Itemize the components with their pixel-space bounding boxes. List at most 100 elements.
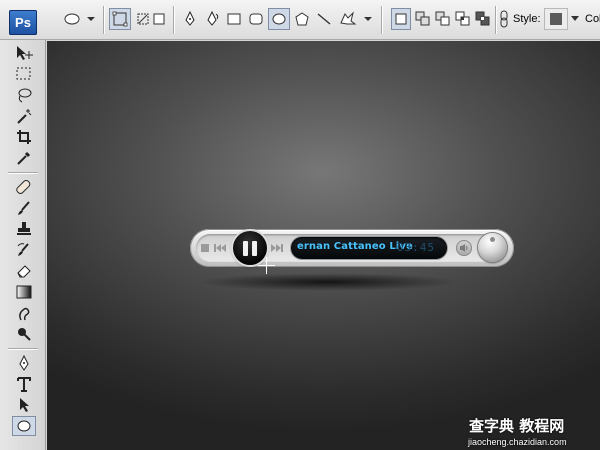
volume-knob[interactable] bbox=[478, 233, 507, 262]
line-icon bbox=[317, 13, 331, 25]
color-label: Col bbox=[585, 13, 600, 25]
healing-brush-tool[interactable] bbox=[12, 177, 36, 197]
stamp-icon bbox=[17, 222, 31, 235]
track-time: 03:45 bbox=[396, 241, 435, 254]
arrow-selection-icon bbox=[20, 398, 29, 412]
clone-stamp-tool[interactable] bbox=[12, 219, 36, 239]
subtract-from-shape-area-button[interactable] bbox=[433, 8, 453, 30]
paths-icon bbox=[137, 13, 149, 25]
separator bbox=[103, 6, 104, 34]
fill-pixels-icon bbox=[153, 13, 165, 25]
exclude-overlapping-shape-areas-button[interactable] bbox=[473, 8, 493, 30]
track-title: ernan Cattaneo Live bbox=[297, 241, 413, 252]
ellipse-tool[interactable] bbox=[12, 416, 36, 436]
separator bbox=[495, 6, 496, 34]
separator bbox=[381, 6, 382, 34]
pen-icon bbox=[185, 11, 195, 26]
style-label: Style: bbox=[513, 13, 541, 25]
previous-icon bbox=[214, 244, 226, 252]
eraser-tool[interactable] bbox=[12, 261, 36, 281]
shape-layers-button[interactable] bbox=[109, 8, 131, 30]
ellipse-preset-icon bbox=[64, 13, 95, 25]
dodge-tool[interactable] bbox=[12, 324, 36, 344]
stop-icon bbox=[201, 244, 209, 252]
brush-tool[interactable] bbox=[12, 198, 36, 218]
tool-preset-picker[interactable] bbox=[58, 8, 98, 30]
crop-tool[interactable] bbox=[12, 127, 36, 147]
link-layer-style-button[interactable] bbox=[497, 8, 511, 30]
gradient-tool[interactable] bbox=[12, 282, 36, 302]
move-icon bbox=[17, 46, 33, 60]
magic-wand-tool[interactable] bbox=[12, 106, 36, 126]
lasso-tool[interactable] bbox=[12, 85, 36, 105]
custom-shape-tool-button[interactable] bbox=[336, 8, 374, 30]
type-tool[interactable] bbox=[12, 374, 36, 394]
custom-shape-icon bbox=[340, 11, 372, 25]
style-picker[interactable] bbox=[544, 8, 568, 30]
options-bar: Ps Style: Col bbox=[0, 0, 600, 40]
separator bbox=[8, 348, 38, 349]
rectangular-marquee-tool[interactable] bbox=[12, 64, 36, 84]
pen-icon bbox=[19, 355, 29, 371]
separator bbox=[173, 6, 174, 34]
pen-tool-button[interactable] bbox=[180, 8, 200, 30]
mute-button[interactable] bbox=[456, 240, 472, 256]
next-icon bbox=[271, 244, 283, 252]
crop-icon bbox=[17, 130, 31, 144]
fill-pixels-button[interactable] bbox=[150, 8, 168, 30]
shape-layers-icon bbox=[112, 11, 128, 27]
polygon-tool-button[interactable] bbox=[292, 8, 312, 30]
bandage-icon bbox=[16, 179, 31, 195]
freeform-pen-icon bbox=[207, 11, 219, 26]
rounded-rectangle-tool-button[interactable] bbox=[246, 8, 266, 30]
rectangle-icon bbox=[227, 13, 241, 25]
move-tool[interactable] bbox=[12, 43, 36, 63]
player-shadow bbox=[197, 273, 459, 291]
rectangle-tool-button[interactable] bbox=[224, 8, 244, 30]
intersect-shape-areas-button[interactable] bbox=[453, 8, 473, 30]
music-player: ernan Cattaneo Live 03:45 bbox=[190, 229, 514, 267]
previous-button[interactable] bbox=[213, 241, 227, 255]
pen-tool[interactable] bbox=[12, 353, 36, 373]
new-shape-area-icon bbox=[395, 13, 407, 25]
speaker-icon bbox=[460, 244, 468, 252]
eraser-icon bbox=[17, 265, 31, 278]
brush-icon bbox=[18, 201, 30, 215]
freeform-pen-button[interactable] bbox=[202, 8, 222, 30]
chain-link-icon bbox=[500, 10, 508, 28]
stop-button[interactable] bbox=[199, 241, 211, 255]
rounded-rectangle-icon bbox=[249, 13, 263, 25]
subtract-shape-area-icon bbox=[435, 11, 450, 26]
create-new-shape-layer-button[interactable] bbox=[391, 8, 411, 30]
document-canvas[interactable]: ernan Cattaneo Live 03:45 bbox=[47, 41, 600, 450]
finger-smudge-icon bbox=[19, 307, 30, 321]
dodge-icon bbox=[18, 328, 31, 341]
intersect-shape-areas-icon bbox=[455, 11, 470, 26]
marquee-icon bbox=[16, 67, 31, 80]
watermark-url: jiaocheng.chazidian.com bbox=[468, 437, 567, 447]
toolbox bbox=[0, 40, 46, 450]
gradient-icon bbox=[16, 285, 32, 299]
chevron-down-icon[interactable] bbox=[571, 16, 579, 22]
track-display: ernan Cattaneo Live 03:45 bbox=[291, 237, 447, 259]
ellipse-icon bbox=[17, 420, 31, 432]
path-selection-tool[interactable] bbox=[12, 395, 36, 415]
crosshair-cursor-icon bbox=[258, 257, 275, 274]
slice-tool[interactable] bbox=[12, 148, 36, 168]
photoshop-logo: Ps bbox=[9, 10, 37, 35]
polygon-icon bbox=[295, 12, 309, 26]
line-tool-button[interactable] bbox=[314, 8, 334, 30]
add-to-shape-area-button[interactable] bbox=[413, 8, 433, 30]
watermark-title: 查字典 教程网 bbox=[469, 417, 565, 435]
ellipse-tool-button[interactable] bbox=[268, 8, 290, 30]
history-brush-tool[interactable] bbox=[12, 240, 36, 260]
next-button[interactable] bbox=[270, 241, 284, 255]
separator bbox=[8, 172, 38, 173]
pause-icon bbox=[241, 240, 259, 256]
watermark: 查字典 教程网 jiaocheng.chazidian.com bbox=[455, 414, 600, 450]
exclude-shape-areas-icon bbox=[475, 11, 490, 26]
ellipse-icon bbox=[272, 13, 286, 25]
eyedropper-icon bbox=[17, 151, 31, 165]
blur-tool[interactable] bbox=[12, 303, 36, 323]
lasso-icon bbox=[18, 88, 32, 103]
